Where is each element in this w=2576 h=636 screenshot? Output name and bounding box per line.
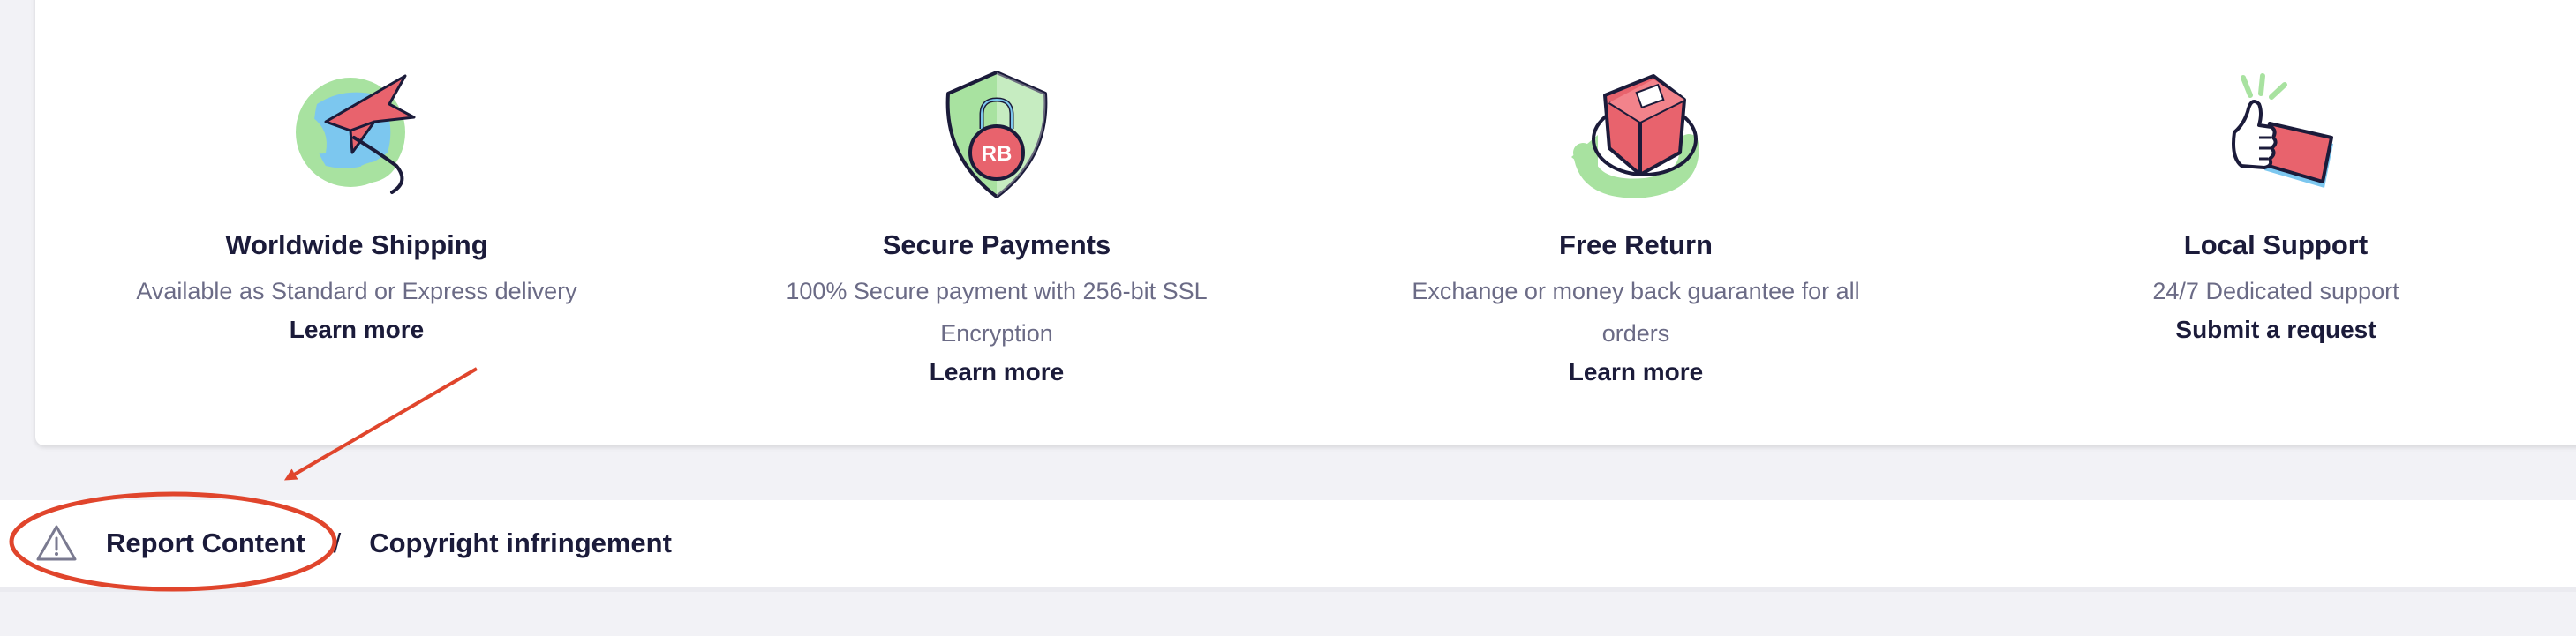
feature-description-line: 100% Secure payment with 256-bit SSL xyxy=(786,278,1208,304)
feature-title: Worldwide Shipping xyxy=(225,229,488,260)
feature-description: Available as Standard or Express deliver… xyxy=(136,278,577,304)
shield-badge-text: RB xyxy=(982,142,1013,166)
feature-title: Local Support xyxy=(2183,229,2369,260)
learn-more-link[interactable]: Learn more xyxy=(1353,355,1918,390)
submit-request-link[interactable]: Submit a request xyxy=(1993,312,2558,348)
feature-description: 24/7 Dedicated support xyxy=(2152,278,2399,304)
separator: / xyxy=(333,528,342,558)
thumbs-up-icon xyxy=(2232,73,2333,188)
learn-more-link[interactable]: Learn more xyxy=(74,312,639,348)
learn-more-link[interactable]: Learn more xyxy=(714,355,1279,390)
features-row: Worldwide Shipping Available as Standard… xyxy=(0,0,2576,445)
shield-lock-icon: RB xyxy=(945,71,1048,198)
report-bar: Report Content / Copyright infringement xyxy=(0,500,2576,592)
report-content-link[interactable]: Report Content xyxy=(106,528,305,559)
feature-description-line: orders xyxy=(1601,320,1670,347)
warning-icon xyxy=(36,525,77,561)
feature-worldwide-shipping: Worldwide Shipping Available as Standard… xyxy=(74,69,639,348)
globe-plane-icon xyxy=(296,74,416,194)
report-links: Report Content / Copyright infringement xyxy=(35,500,672,587)
box-return-icon xyxy=(1571,74,1699,198)
feature-free-return: Free Return Exchange or money back guara… xyxy=(1353,69,1918,390)
feature-secure-payments: RB Secure Payments 100% Secure payment w… xyxy=(714,69,1279,390)
feature-description-line: Encryption xyxy=(940,320,1053,347)
feature-title: Free Return xyxy=(1559,229,1713,260)
feature-local-support: Local Support 24/7 Dedicated support Sub… xyxy=(1993,69,2558,348)
feature-title: Secure Payments xyxy=(882,229,1111,260)
copyright-infringement-link[interactable]: Copyright infringement xyxy=(369,528,672,559)
feature-description-line: Exchange or money back guarantee for all xyxy=(1412,278,1860,304)
